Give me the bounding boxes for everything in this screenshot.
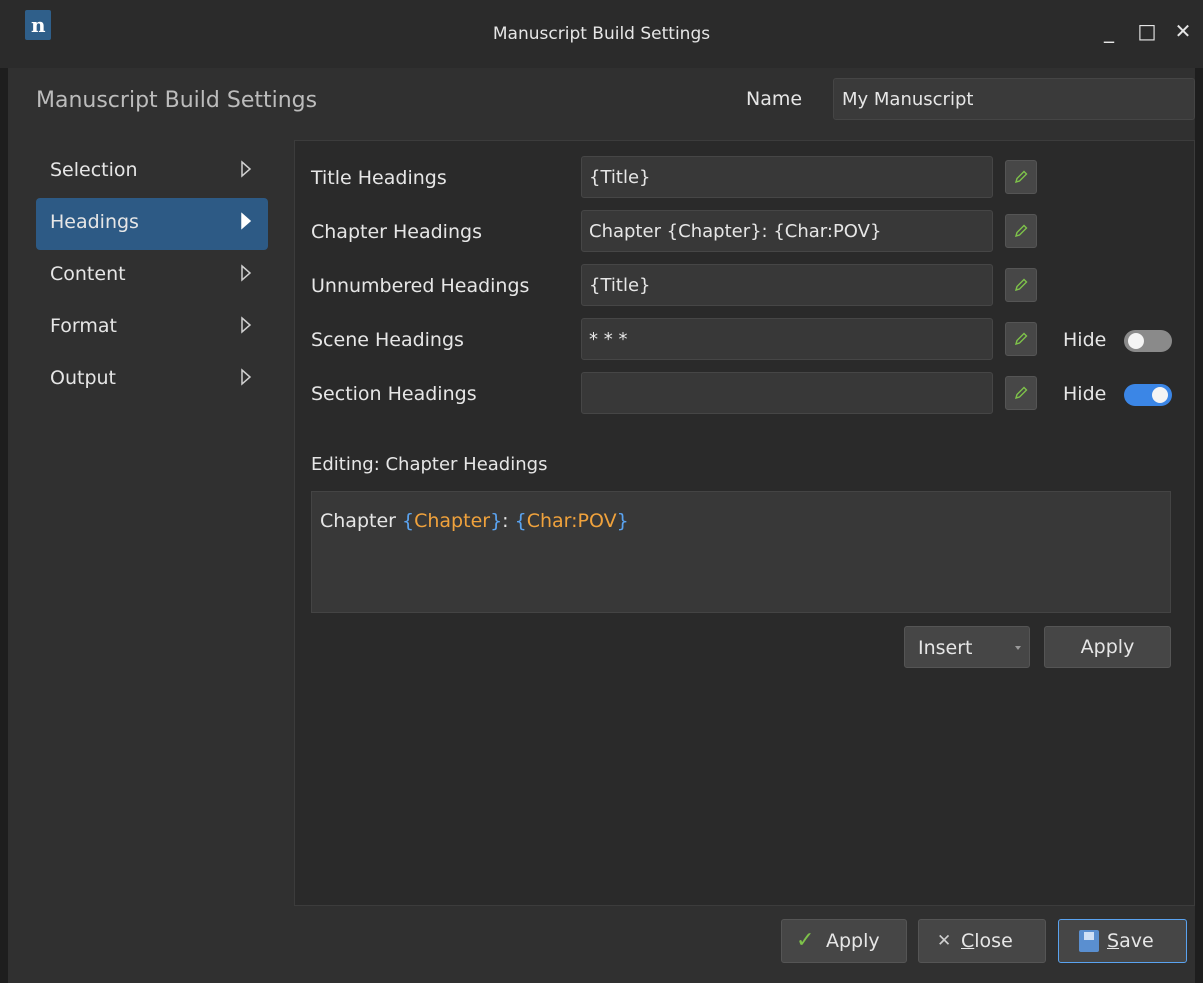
sidebar-item-label: Content (50, 263, 126, 285)
heading-format-editor[interactable]: Chapter {Chapter}: {Char:POV} (311, 491, 1171, 613)
pencil-icon (1014, 224, 1028, 238)
editor-token: Char:POV (526, 510, 617, 532)
sidebar-item-format[interactable]: Format (36, 302, 268, 354)
section-headings-label: Section Headings (311, 383, 477, 405)
section-headings-edit-button[interactable] (1005, 376, 1037, 410)
scene-hide-toggle[interactable] (1124, 330, 1172, 352)
title-headings-input[interactable] (581, 156, 993, 198)
chapter-headings-label: Chapter Headings (311, 221, 482, 243)
toggle-knob (1128, 333, 1144, 349)
chevron-right-icon (241, 264, 252, 282)
unnumbered-headings-edit-button[interactable] (1005, 268, 1037, 302)
chevron-right-icon (241, 160, 252, 178)
chevron-right-icon (241, 368, 252, 386)
pencil-icon (1014, 386, 1028, 400)
name-label: Name (746, 88, 803, 110)
window-titlebar: n Manuscript Build Settings _ □ ✕ (0, 0, 1203, 68)
apply-button[interactable]: ✓ Apply (781, 919, 907, 963)
sidebar-nav: Selection Headings Content Format Output (36, 146, 268, 406)
editor-brace: } (616, 510, 629, 532)
scene-headings-label: Scene Headings (311, 329, 464, 351)
editor-text: Chapter {Chapter}: {Char:POV} (320, 510, 629, 532)
close-icon: ✕ (937, 931, 952, 951)
insert-dropdown-button[interactable]: Insert (904, 626, 1030, 668)
page-title: Manuscript Build Settings (36, 88, 318, 113)
minimize-icon[interactable]: _ (1098, 20, 1120, 42)
chapter-headings-edit-button[interactable] (1005, 214, 1037, 248)
close-window-icon[interactable]: ✕ (1172, 20, 1194, 42)
sidebar-item-selection[interactable]: Selection (36, 146, 268, 198)
scene-headings-input[interactable] (581, 318, 993, 360)
build-settings-dialog: Manuscript Build Settings Name Selection… (8, 68, 1195, 983)
close-label: Close (961, 920, 1013, 962)
check-icon: ✓ (796, 928, 815, 953)
apply-heading-button[interactable]: Apply (1044, 626, 1171, 668)
title-headings-label: Title Headings (311, 167, 447, 189)
toggle-knob (1152, 387, 1168, 403)
sidebar-item-label: Format (50, 315, 117, 337)
scene-hide-label: Hide (1063, 329, 1107, 351)
editor-brace: { (402, 510, 415, 532)
scene-headings-edit-button[interactable] (1005, 322, 1037, 356)
save-icon (1079, 930, 1099, 952)
close-button[interactable]: ✕ Close (918, 919, 1046, 963)
unnumbered-headings-input[interactable] (581, 264, 993, 306)
window-title: Manuscript Build Settings (492, 24, 711, 44)
title-headings-edit-button[interactable] (1005, 160, 1037, 194)
sidebar-item-output[interactable]: Output (36, 354, 268, 406)
apply-label: Apply (826, 930, 880, 952)
chevron-down-icon (1015, 646, 1021, 650)
save-mnemonic: S (1107, 930, 1120, 952)
pencil-icon (1014, 278, 1028, 292)
editor-plain-text: : (502, 510, 515, 532)
pencil-icon (1014, 332, 1028, 346)
section-hide-label: Hide (1063, 383, 1107, 405)
sidebar-item-label: Headings (50, 211, 139, 233)
editor-brace: { (514, 510, 527, 532)
headings-panel: Title Headings Chapter Headings Unnumber… (294, 140, 1195, 906)
close-label-rest: lose (974, 930, 1013, 952)
maximize-icon[interactable]: □ (1136, 20, 1158, 42)
editing-label: Editing: Chapter Headings (311, 454, 548, 475)
sidebar-item-headings[interactable]: Headings (36, 198, 268, 250)
name-input[interactable] (833, 78, 1195, 120)
close-mnemonic: C (961, 930, 975, 952)
sidebar-item-content[interactable]: Content (36, 250, 268, 302)
editor-token: Chapter (414, 510, 491, 532)
sidebar-item-label: Output (50, 367, 116, 389)
save-label: Save (1107, 920, 1154, 962)
sidebar-item-label: Selection (50, 159, 138, 181)
section-headings-input[interactable] (581, 372, 993, 414)
editor-plain-text: Chapter (320, 510, 403, 532)
pencil-icon (1014, 170, 1028, 184)
chevron-right-icon (241, 316, 252, 334)
editor-brace: } (490, 510, 503, 532)
insert-label: Insert (918, 637, 973, 659)
save-button[interactable]: Save (1058, 919, 1187, 963)
section-hide-toggle[interactable] (1124, 384, 1172, 406)
chapter-headings-input[interactable] (581, 210, 993, 252)
save-label-rest: ave (1119, 930, 1154, 952)
chevron-right-icon (241, 212, 252, 230)
unnumbered-headings-label: Unnumbered Headings (311, 275, 530, 297)
